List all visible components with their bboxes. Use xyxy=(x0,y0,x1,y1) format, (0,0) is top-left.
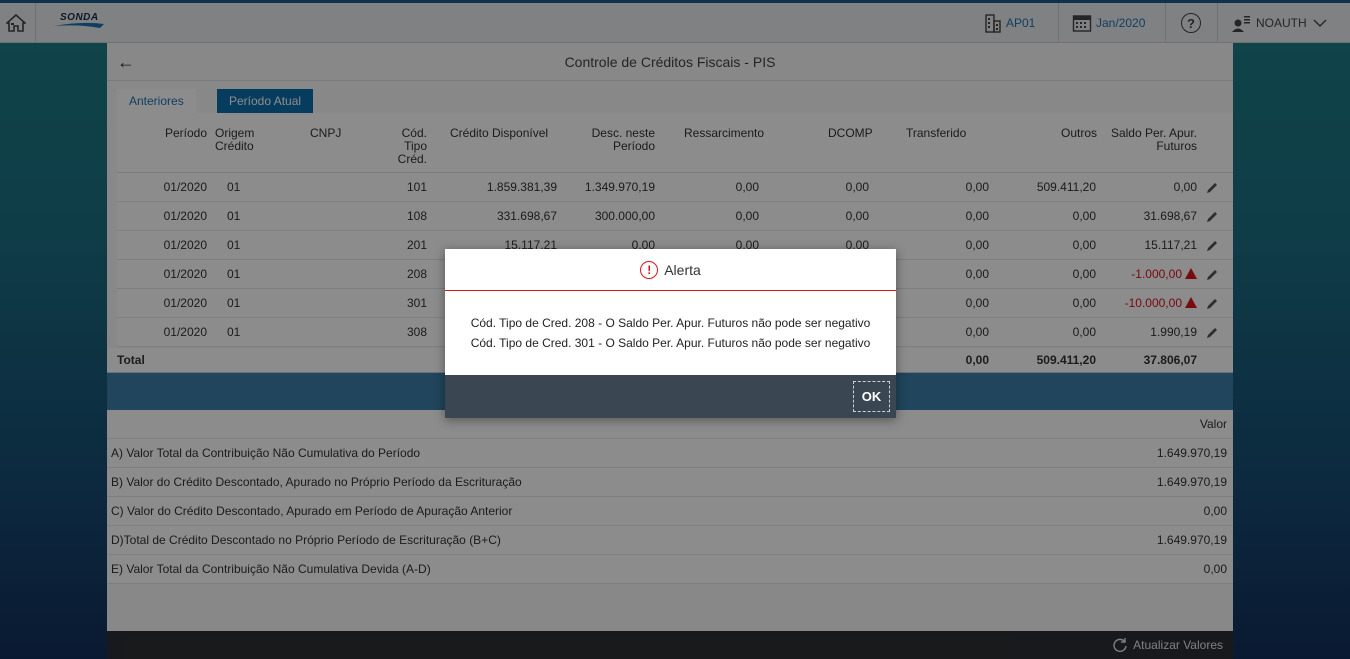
dialog-footer: OK xyxy=(445,375,896,418)
dialog-body: Cód. Tipo de Cred. 208 - O Saldo Per. Ap… xyxy=(445,313,896,353)
dialog-message: Cód. Tipo de Cred. 208 - O Saldo Per. Ap… xyxy=(470,316,871,330)
dialog-message: Cód. Tipo de Cred. 301 - O Saldo Per. Ap… xyxy=(470,336,871,350)
dialog-title: Alerta xyxy=(664,261,701,278)
alert-icon: ! xyxy=(640,260,659,279)
ok-button[interactable]: OK xyxy=(853,381,890,412)
dialog-header: ! Alerta xyxy=(445,249,896,291)
alert-dialog: ! Alerta Cód. Tipo de Cred. 208 - O Sald… xyxy=(445,249,896,418)
